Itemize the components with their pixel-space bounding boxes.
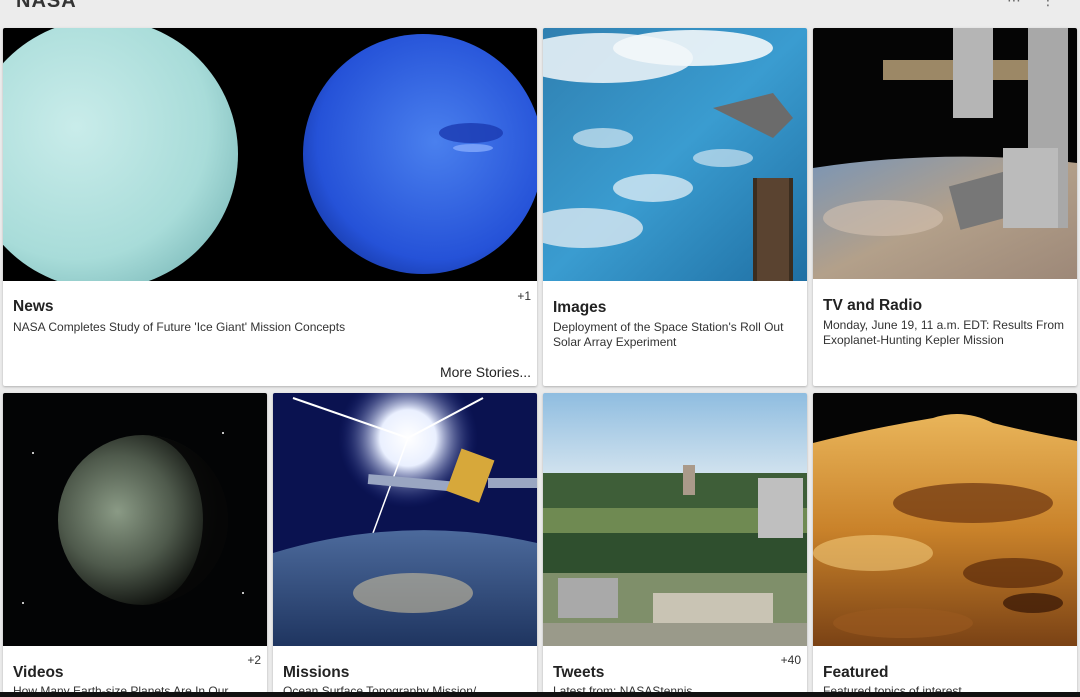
missions-image (273, 393, 537, 646)
app-bar: NASA ⋯ ⋮ (0, 0, 1080, 26)
tile-count-badge: +1 (517, 289, 531, 303)
tile-count-badge: +40 (780, 653, 801, 667)
more-stories-link[interactable]: More Stories... (440, 364, 531, 380)
tile-title: Missions (283, 664, 350, 681)
tile-videos[interactable]: Videos How Many Earth-size Planets Are I… (3, 393, 267, 693)
tile-title: Tweets (553, 664, 605, 681)
app-title: NASA (16, 0, 77, 12)
tile-featured[interactable]: Featured Featured topics of interest (813, 393, 1077, 693)
tile-count-badge: +2 (247, 653, 261, 667)
tile-images[interactable]: Images Deployment of the Space Station's… (543, 28, 807, 386)
tile-subtitle: NASA Completes Study of Future 'Ice Gian… (13, 320, 346, 334)
bottom-edge (0, 692, 1080, 697)
tile-title: Featured (823, 664, 889, 681)
tile-tv-and-radio[interactable]: TV and Radio Monday, June 19, 11 a.m. ED… (813, 28, 1077, 386)
tile-title: News (13, 298, 54, 315)
news-image (3, 28, 537, 281)
tv-image (813, 28, 1077, 279)
tile-title: Videos (13, 664, 64, 681)
tile-news[interactable]: News NASA Completes Study of Future 'Ice… (3, 28, 537, 386)
images-image (543, 28, 807, 281)
featured-image (813, 393, 1077, 646)
tile-subtitle: Deployment of the Space Station's Roll O… (553, 320, 784, 349)
tile-subtitle: Monday, June 19, 11 a.m. EDT: Results Fr… (823, 318, 1064, 347)
share-icon[interactable]: ⋯ (1006, 0, 1022, 8)
tile-title: Images (553, 299, 607, 316)
tweets-image (543, 393, 807, 646)
tile-title: TV and Radio (823, 297, 923, 314)
tile-tweets[interactable]: Tweets Latest from: NASAStennis +40 (543, 393, 807, 693)
tile-missions[interactable]: Missions Ocean Surface Topography Missio… (273, 393, 537, 693)
more-vert-icon[interactable]: ⋮ (1040, 0, 1056, 8)
videos-image (3, 393, 267, 646)
